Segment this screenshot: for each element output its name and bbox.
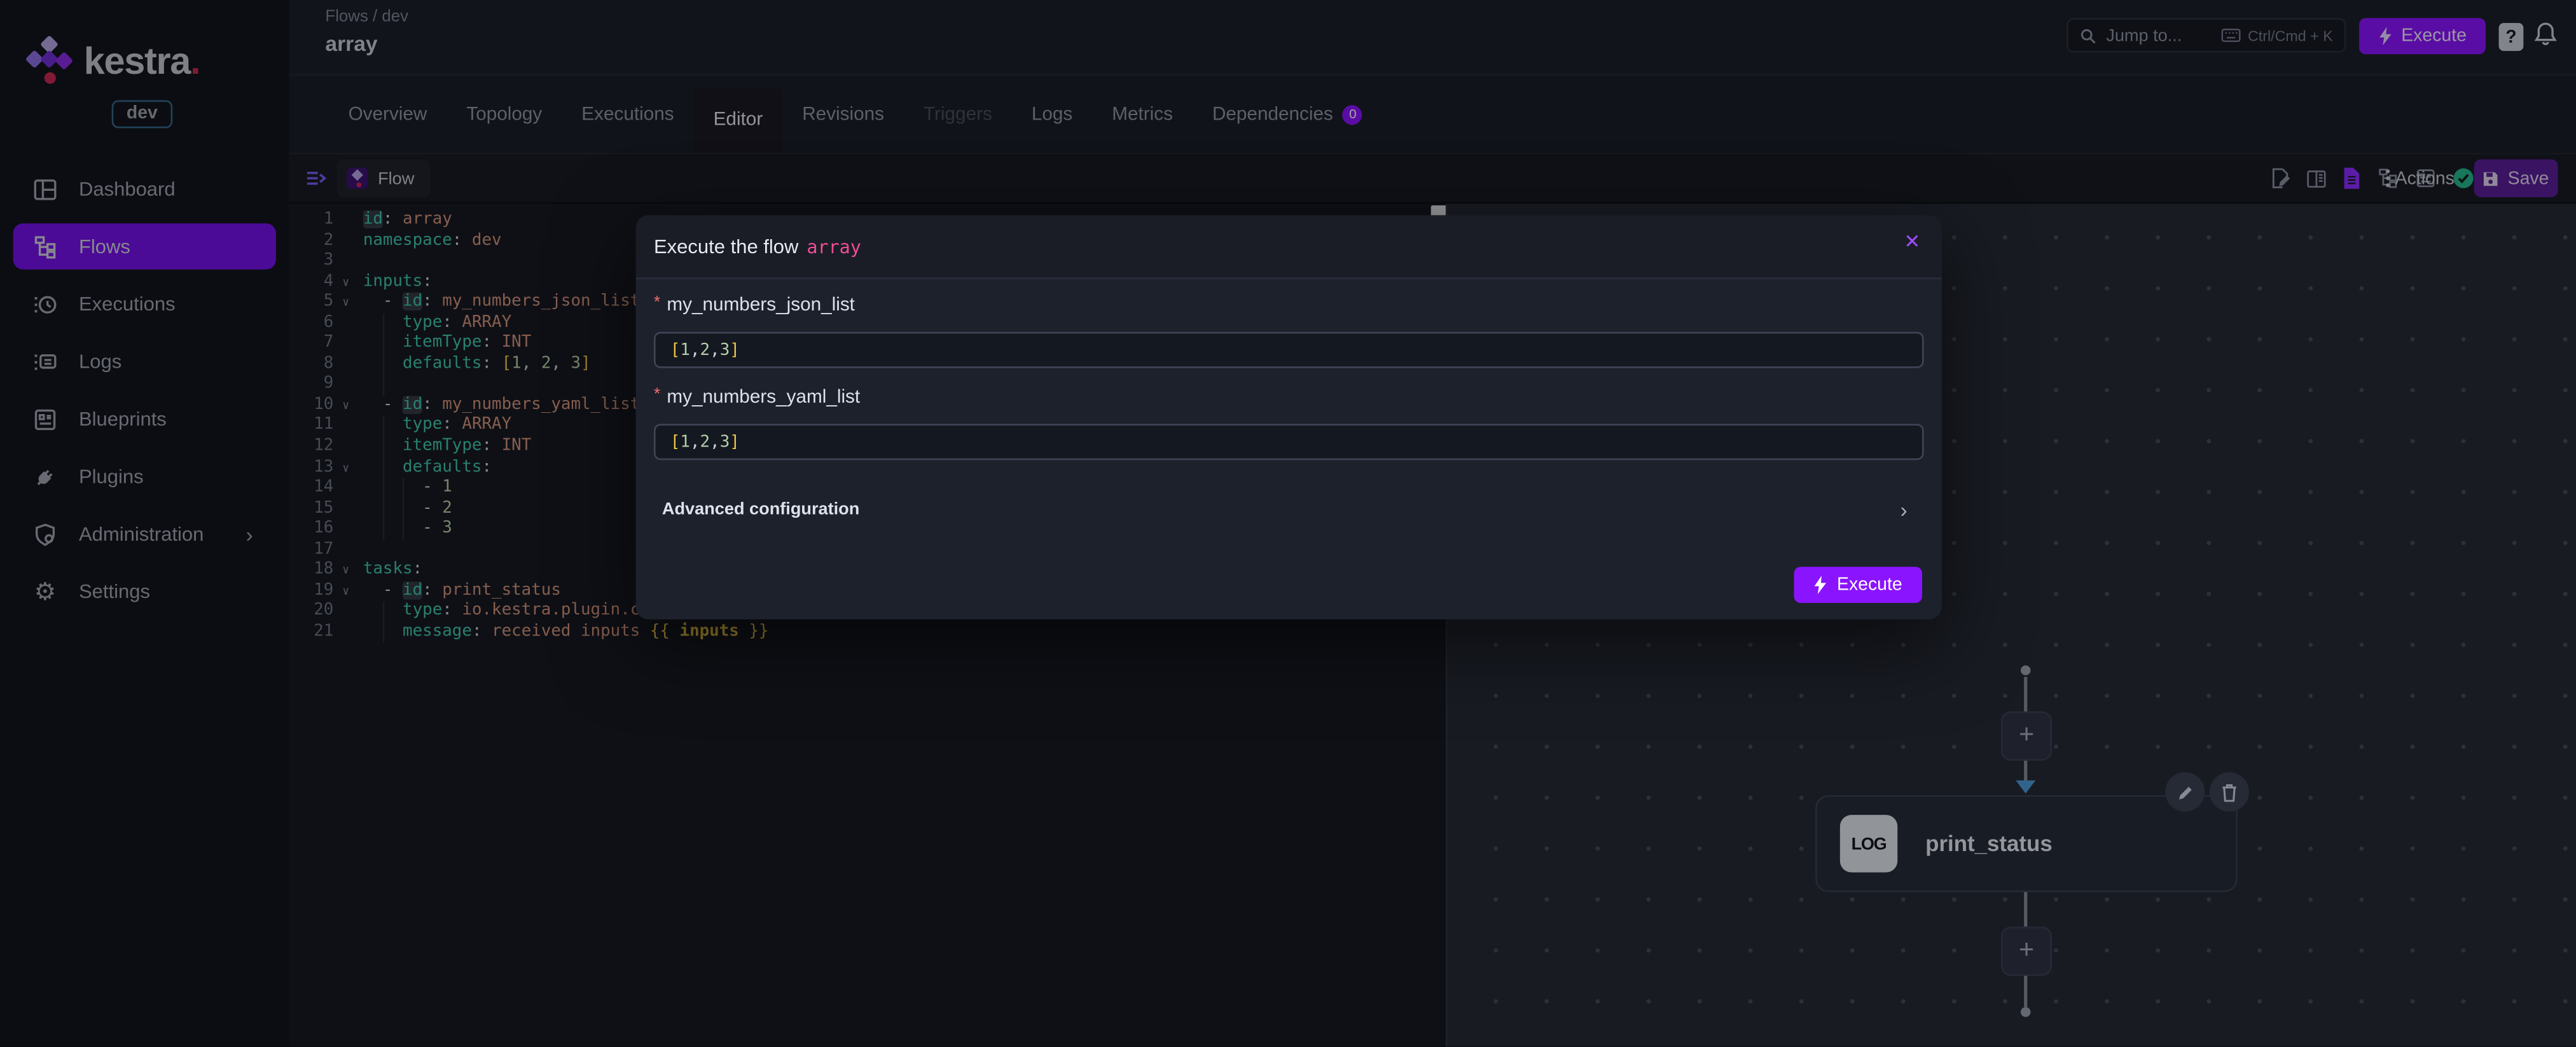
execute-flow-modal: Execute the flowarray ✕ *my_numbers_json…	[636, 215, 1942, 619]
kestra-app: kestra. dev Dashboard Flows Executions L…	[0, 0, 2576, 1046]
modal-close-icon[interactable]: ✕	[1904, 232, 1920, 251]
chevron-right-icon: ›	[1901, 497, 1908, 522]
advanced-configuration-toggle[interactable]: Advanced configuration ›	[654, 488, 1924, 530]
input-field-json-list[interactable]: [1,2,3]	[654, 332, 1924, 368]
required-asterisk: *	[654, 386, 660, 404]
input-label-yaml-list: *my_numbers_yaml_list	[654, 386, 860, 408]
advanced-configuration-label: Advanced configuration	[662, 499, 859, 519]
modal-title: Execute the flowarray	[654, 235, 861, 258]
lightning-bolt-icon	[1814, 575, 1827, 595]
input-label-json-list: *my_numbers_json_list	[654, 294, 855, 315]
modal-execute-label: Execute	[1837, 575, 1902, 595]
input-field-yaml-list[interactable]: [1,2,3]	[654, 424, 1924, 460]
required-asterisk: *	[654, 294, 660, 312]
modal-flow-name: array	[807, 237, 861, 258]
modal-header: Execute the flowarray	[636, 215, 1942, 279]
modal-execute-button[interactable]: Execute	[1794, 567, 1922, 603]
